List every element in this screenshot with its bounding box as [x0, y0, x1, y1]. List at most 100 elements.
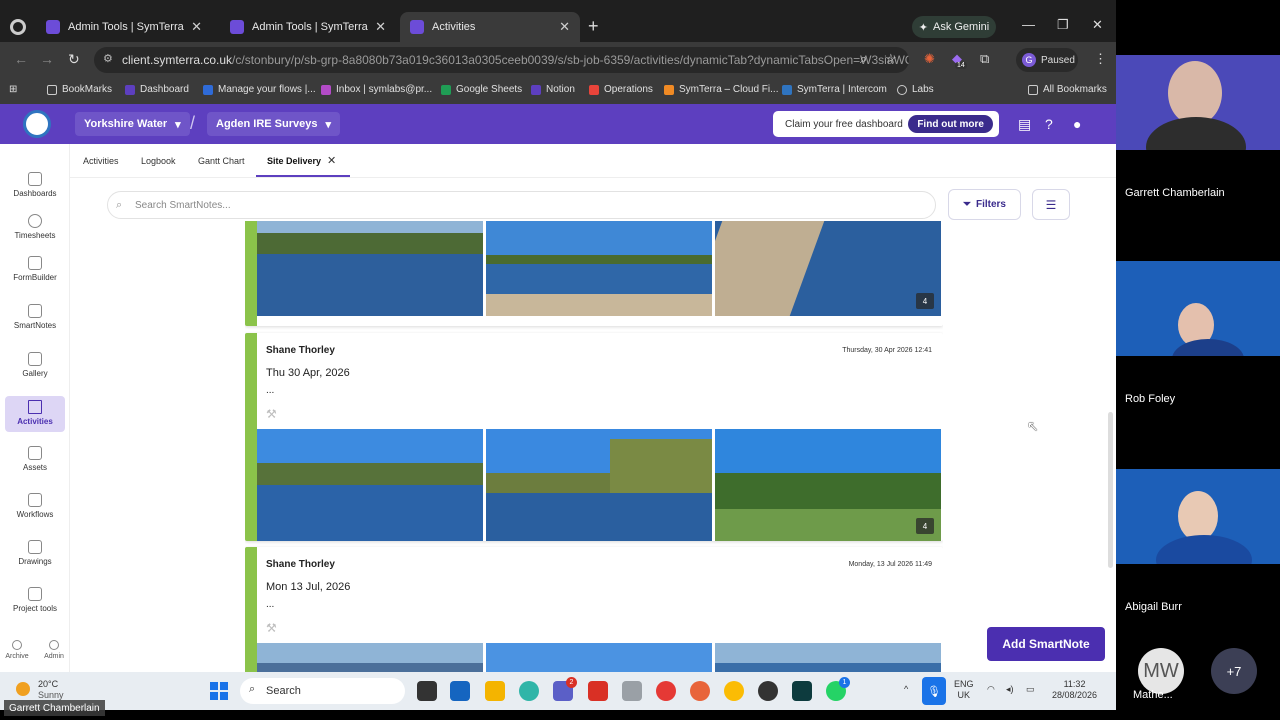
language-indicator[interactable]: ENG UK: [954, 679, 974, 701]
tab-activities[interactable]: Activities: [83, 156, 119, 166]
bookmark-star-icon[interactable]: ☆: [885, 51, 897, 67]
photo-thumbnail[interactable]: [257, 221, 483, 316]
tray-chevron-icon[interactable]: ^: [904, 684, 908, 695]
reload-icon[interactable]: ↻: [68, 51, 80, 68]
minimize-icon[interactable]: —: [1022, 17, 1035, 32]
close-tab-icon[interactable]: ✕: [375, 19, 386, 35]
sidebar-item-assets[interactable]: Assets: [5, 446, 65, 482]
microphone-icon[interactable]: 🎙: [922, 677, 946, 705]
smartnote-card[interactable]: 4: [245, 221, 943, 326]
file-explorer-icon[interactable]: [485, 681, 505, 701]
back-icon[interactable]: ←: [14, 51, 28, 67]
burst-app-icon[interactable]: [690, 681, 710, 701]
taskbar-search[interactable]: ⌕ Search: [240, 678, 405, 704]
clock[interactable]: 11:32 28/08/2026: [1052, 679, 1097, 701]
photo-thumbnail[interactable]: [715, 643, 941, 672]
close-tab-icon[interactable]: ✕: [559, 19, 570, 35]
sidebar-item-smartnotes[interactable]: SmartNotes: [5, 304, 65, 340]
bookmark-item[interactable]: Google Sheets: [441, 84, 522, 95]
browser-tab-3[interactable]: Activities ✕: [400, 12, 580, 42]
wifi-icon[interactable]: ◠: [987, 684, 995, 695]
sidebar-item-archive[interactable]: Archive: [2, 640, 32, 660]
close-tab-icon[interactable]: ✕: [191, 19, 202, 35]
weather-widget[interactable]: 20°C Sunny: [16, 679, 64, 701]
snipping-tool-icon[interactable]: [622, 681, 642, 701]
filters-button[interactable]: ⏷ Filters: [948, 189, 1021, 220]
photo-thumbnail[interactable]: [257, 429, 483, 541]
all-bookmarks[interactable]: All Bookmarks: [1028, 84, 1107, 95]
photo-thumbnail[interactable]: [257, 643, 483, 672]
tab-gantt-chart[interactable]: Gantt Chart: [198, 156, 245, 166]
bookmark-item[interactable]: BookMarks: [47, 84, 112, 95]
bookmark-item[interactable]: SymTerra – Cloud Fi...: [664, 84, 778, 95]
photo-thumbnail[interactable]: [486, 429, 712, 541]
bookmark-item[interactable]: SymTerra | Intercom: [782, 84, 887, 95]
bookmark-item[interactable]: Inbox | symlabs@pr...: [321, 84, 432, 95]
bookmark-item[interactable]: Labs: [897, 84, 934, 95]
photo-thumbnail[interactable]: 4: [715, 429, 941, 541]
sidebar-item-workflows[interactable]: Workflows: [5, 493, 65, 529]
org-selector[interactable]: Yorkshire Water ▾: [75, 112, 190, 136]
participant-tile[interactable]: [1116, 261, 1280, 356]
participant-tile[interactable]: [1116, 469, 1280, 564]
sidebar-item-activities[interactable]: Activities: [5, 396, 65, 432]
volume-icon[interactable]: ◂): [1006, 684, 1014, 695]
site-info-icon[interactable]: ⚙: [103, 52, 113, 65]
bookmark-item[interactable]: Notion: [531, 84, 575, 95]
photo-thumbnail[interactable]: [486, 643, 712, 672]
chrome-icon[interactable]: [10, 19, 26, 35]
extensions-puzzle-icon[interactable]: ⧉: [980, 51, 989, 67]
sidebar-item-drawings[interactable]: Drawings: [5, 540, 65, 576]
help-icon[interactable]: ?: [1045, 116, 1053, 132]
task-view-icon[interactable]: [417, 681, 437, 701]
bookmark-item[interactable]: Manage your flows |...: [203, 84, 316, 95]
participant-avatar[interactable]: MW: [1138, 648, 1184, 694]
spiral-app-icon[interactable]: [758, 681, 778, 701]
zoom-search-icon[interactable]: ⌕: [860, 51, 867, 67]
new-tab-button[interactable]: +: [588, 16, 599, 37]
sidebar-item-formbuilder[interactable]: FormBuilder: [5, 256, 65, 292]
close-tab-icon[interactable]: ✕: [327, 154, 336, 167]
windows-start-icon[interactable]: [210, 682, 228, 700]
extension-burst-icon[interactable]: ✺: [924, 51, 935, 67]
close-window-icon[interactable]: ✕: [1092, 17, 1103, 33]
page-scrollbar[interactable]: [1108, 412, 1113, 568]
checklist-view-button[interactable]: ☰: [1032, 189, 1070, 220]
photo-thumbnail[interactable]: [486, 221, 712, 316]
clipboard-icon[interactable]: ▤: [1018, 116, 1031, 133]
sidebar-item-project-tools[interactable]: Project tools: [5, 587, 65, 623]
sidebar-item-dashboards[interactable]: Dashboards: [5, 172, 65, 208]
sidebar-item-gallery[interactable]: Gallery: [5, 352, 65, 388]
terminal-app-icon[interactable]: [792, 681, 812, 701]
apps-grid-icon[interactable]: ⊞: [9, 84, 17, 95]
chrome-taskbar-icon[interactable]: [724, 681, 744, 701]
add-smartnote-button[interactable]: Add SmartNote: [987, 627, 1105, 661]
b-app-icon[interactable]: [588, 681, 608, 701]
smartnote-card[interactable]: Shane Thorley Thursday, 30 Apr 2026 12:4…: [245, 333, 943, 541]
sidebar-item-admin[interactable]: Admin: [39, 640, 69, 660]
bookmark-item[interactable]: Dashboard: [125, 84, 189, 95]
bookmark-item[interactable]: Operations: [589, 84, 653, 95]
tab-logbook[interactable]: Logbook: [141, 156, 176, 166]
ask-gemini-button[interactable]: ✦ Ask Gemini: [912, 16, 996, 38]
address-bar[interactable]: ⚙ client.symterra.co.uk/c/stonbury/p/sb-…: [94, 47, 909, 73]
battery-icon[interactable]: ▭: [1026, 684, 1035, 695]
browser-tab-1[interactable]: Admin Tools | SymTerra ✕: [36, 12, 212, 42]
forward-icon[interactable]: →: [40, 51, 54, 67]
smartnote-card[interactable]: Shane Thorley Monday, 13 Jul 2026 11:49 …: [245, 547, 943, 672]
search-input[interactable]: ⌕ Search SmartNotes...: [107, 191, 936, 219]
participant-tile[interactable]: [1116, 55, 1280, 150]
edge-icon[interactable]: [519, 681, 539, 701]
project-selector[interactable]: Agden IRE Surveys ▾: [207, 112, 341, 136]
acrobat-icon[interactable]: [656, 681, 676, 701]
stonbury-logo[interactable]: [23, 110, 51, 138]
sidebar-item-timesheets[interactable]: Timesheets: [5, 214, 65, 250]
user-icon[interactable]: ●: [1073, 116, 1081, 132]
browser-tab-2[interactable]: Admin Tools | SymTerra ✕: [220, 12, 396, 42]
find-out-more-button[interactable]: Find out more: [908, 115, 993, 133]
outlook-icon[interactable]: [450, 681, 470, 701]
profile-button[interactable]: G Paused: [1016, 48, 1078, 72]
tab-site-delivery[interactable]: Site Delivery: [267, 156, 321, 166]
photo-thumbnail[interactable]: 4: [715, 221, 941, 316]
maximize-icon[interactable]: ❐: [1057, 17, 1069, 33]
